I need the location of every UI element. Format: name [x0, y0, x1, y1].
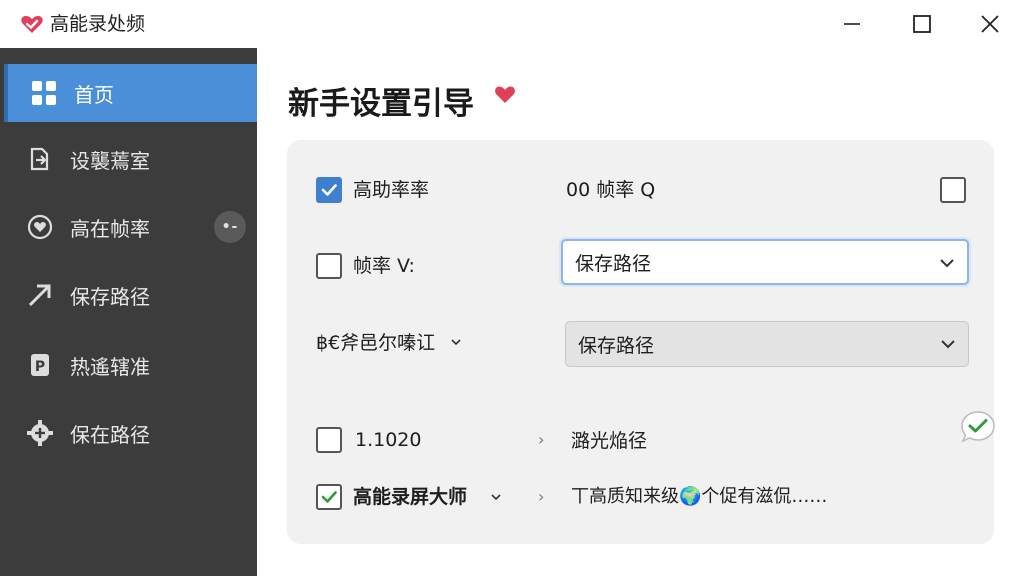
label-row4: 1.1020	[355, 429, 422, 451]
parking-doc-icon: P	[26, 351, 54, 379]
checkbox-row5[interactable]	[316, 484, 342, 510]
checkmark-icon	[321, 491, 337, 503]
sidebar-item-label: 保在路径	[70, 422, 150, 447]
sidebar-item-label: 保存路径	[70, 284, 150, 309]
select-value: 保存路径	[575, 252, 652, 275]
maximize-button[interactable]	[898, 6, 946, 42]
maximize-icon	[913, 15, 931, 33]
sidebar-item-storage[interactable]: 保在路径	[0, 404, 257, 462]
main-content: 新⼿设置引导 高助率率 00 帧率 Q 帧率 V: 保存路径 ฿€斧邑尔嗪讧 保…	[257, 48, 1024, 576]
sidebar-item-settings[interactable]: 设襲蔫室	[0, 130, 257, 188]
select-save-path-1[interactable]: 保存路径	[561, 239, 969, 285]
window-title: 高能录处频	[50, 13, 146, 35]
sidebar-item-label: 设襲蔫室	[70, 148, 150, 173]
checkbox-high-rate[interactable]	[316, 177, 342, 203]
label-framerate-v: 帧率 V:	[353, 255, 415, 277]
label-row5-right: 丅高质知来级🌍个促有滋侃……	[571, 486, 828, 507]
chat-check-icon[interactable]	[960, 410, 996, 444]
sidebar-item-badge[interactable]: •-	[214, 211, 246, 243]
sidebar-item-save-path[interactable]: 保存路径	[0, 266, 257, 324]
checkbox-row4[interactable]	[316, 427, 342, 453]
grid-icon	[30, 79, 58, 107]
sidebar-item-home[interactable]: 首页	[4, 64, 257, 122]
arrow-up-right-icon	[26, 281, 54, 309]
label-row4-right: 潞光焔径	[571, 430, 648, 452]
settings-panel: 高助率率 00 帧率 Q 帧率 V: 保存路径 ฿€斧邑尔嗪讧 保存路径 1.1…	[287, 140, 994, 544]
record-circle-icon	[26, 213, 54, 241]
chevron-right-icon: ›	[538, 430, 545, 449]
title-bar: 高能录处频	[0, 0, 1024, 48]
sidebar-item-hotkeys[interactable]: P 热遙辖准	[0, 336, 257, 394]
select-value: 保存路径	[578, 334, 655, 357]
minimize-icon	[844, 23, 860, 25]
heart-icon	[495, 86, 515, 103]
sidebar-item-label: 首页	[74, 82, 114, 107]
checkmark-icon	[321, 184, 337, 196]
sidebar-item-label: 热遙辖准	[70, 354, 150, 379]
sidebar-item-label: 高在帧率	[70, 216, 150, 241]
chevron-right-icon: ›	[538, 487, 545, 506]
gear-plus-icon	[26, 419, 54, 447]
checkbox-framerate-q[interactable]	[940, 177, 966, 203]
minimize-button[interactable]	[828, 6, 876, 42]
app-logo-icon	[21, 16, 43, 33]
close-button[interactable]	[966, 6, 1014, 42]
checkbox-framerate-v[interactable]	[316, 253, 342, 279]
close-icon	[981, 15, 999, 33]
chevron-down-icon[interactable]	[490, 491, 502, 503]
label-row3: ฿€斧邑尔嗪讧	[316, 332, 436, 354]
chevron-down-icon	[940, 259, 954, 268]
select-save-path-2[interactable]: 保存路径	[565, 321, 969, 367]
label-high-rate: 高助率率	[353, 179, 430, 201]
chevron-down-icon	[941, 340, 955, 349]
page-title: 新⼿设置引导	[288, 86, 474, 122]
label-row5: 高能录屏大师	[353, 486, 468, 508]
chevron-down-icon[interactable]	[450, 336, 462, 348]
sidebar-item-framerate[interactable]: 高在帧率 •-	[0, 198, 257, 256]
svg-text:P: P	[35, 359, 45, 375]
sidebar: 首页 设襲蔫室 高在帧率 •- 保存路径 P 热遙辖准 保在路径	[0, 48, 257, 576]
label-framerate-q: 00 帧率 Q	[566, 179, 656, 201]
document-export-icon	[26, 145, 54, 173]
